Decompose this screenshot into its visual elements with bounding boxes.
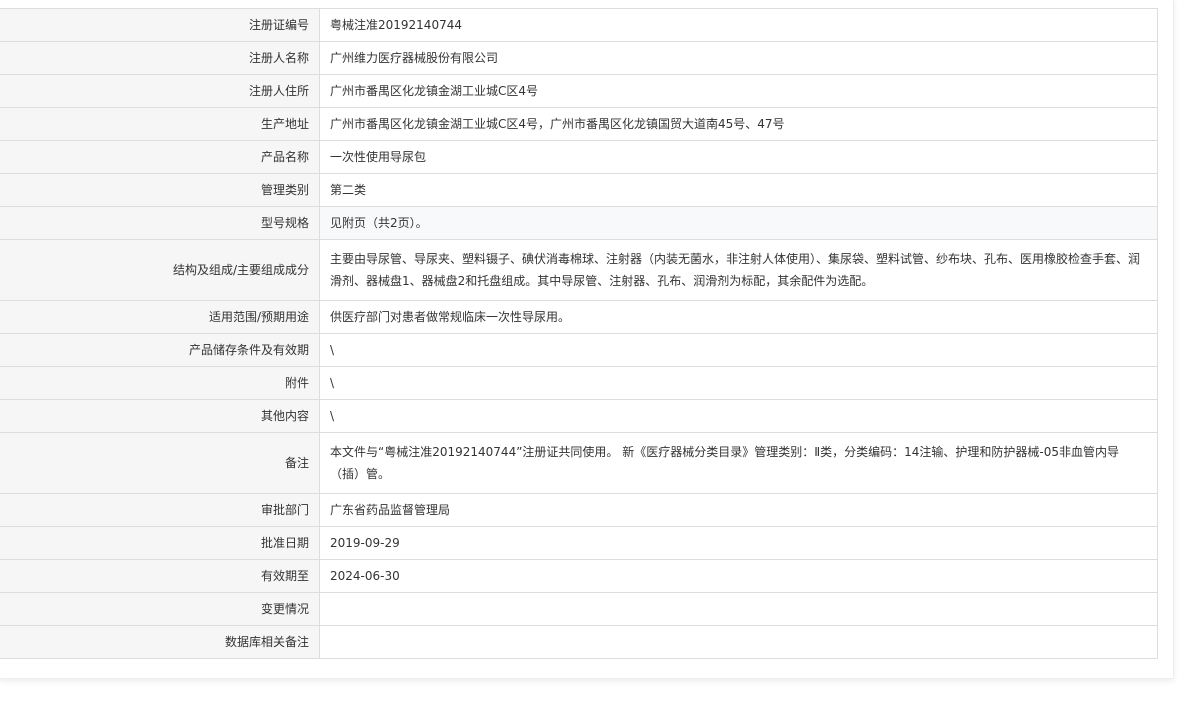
table-row: 附件 \ bbox=[0, 366, 1158, 400]
row-value: 2019-09-29 bbox=[319, 526, 1158, 560]
row-label: 审批部门 bbox=[0, 493, 320, 527]
row-value: 见附页（共2页）。 bbox=[319, 206, 1158, 240]
row-value bbox=[319, 625, 1158, 659]
row-label: 批准日期 bbox=[0, 526, 320, 560]
table-row: 有效期至 2024-06-30 bbox=[0, 559, 1158, 593]
registration-detail-table: 注册证编号 粤械注准20192140744 注册人名称 广州维力医疗器械股份有限… bbox=[0, 8, 1158, 659]
row-value: 广东省药品监督管理局 bbox=[319, 493, 1158, 527]
row-value: \ bbox=[319, 333, 1158, 367]
row-value: \ bbox=[319, 399, 1158, 433]
row-value: 主要由导尿管、导尿夹、塑料镊子、碘伏消毒棉球、注射器（内装无菌水，非注射人体使用… bbox=[319, 239, 1158, 301]
table-row: 其他内容 \ bbox=[0, 399, 1158, 433]
table-row: 产品名称 一次性使用导尿包 bbox=[0, 140, 1158, 174]
table-row: 型号规格 见附页（共2页）。 bbox=[0, 206, 1158, 240]
row-label: 注册人住所 bbox=[0, 74, 320, 108]
table-row: 结构及组成/主要组成成分 主要由导尿管、导尿夹、塑料镊子、碘伏消毒棉球、注射器（… bbox=[0, 239, 1158, 301]
row-label: 备注 bbox=[0, 432, 320, 494]
table-row: 备注 本文件与“粤械注准20192140744”注册证共同使用。 新《医疗器械分… bbox=[0, 432, 1158, 494]
row-value: 第二类 bbox=[319, 173, 1158, 207]
row-label: 有效期至 bbox=[0, 559, 320, 593]
row-value: 广州市番禺区化龙镇金湖工业城C区4号，广州市番禺区化龙镇国贸大道南45号、47号 bbox=[319, 107, 1158, 141]
table-row: 审批部门 广东省药品监督管理局 bbox=[0, 493, 1158, 527]
row-label: 注册人名称 bbox=[0, 41, 320, 75]
table-row: 变更情况 bbox=[0, 592, 1158, 626]
row-label: 结构及组成/主要组成成分 bbox=[0, 239, 320, 301]
row-label: 管理类别 bbox=[0, 173, 320, 207]
row-label: 适用范围/预期用途 bbox=[0, 300, 320, 334]
row-value: \ bbox=[319, 366, 1158, 400]
row-label: 产品名称 bbox=[0, 140, 320, 174]
row-label: 附件 bbox=[0, 366, 320, 400]
table-row: 注册人住所 广州市番禺区化龙镇金湖工业城C区4号 bbox=[0, 74, 1158, 108]
row-value: 粤械注准20192140744 bbox=[319, 8, 1158, 42]
page: 注册证编号 粤械注准20192140744 注册人名称 广州维力医疗器械股份有限… bbox=[0, 0, 1200, 701]
table-row: 适用范围/预期用途 供医疗部门对患者做常规临床一次性导尿用。 bbox=[0, 300, 1158, 334]
row-value: 广州市番禺区化龙镇金湖工业城C区4号 bbox=[319, 74, 1158, 108]
row-value: 一次性使用导尿包 bbox=[319, 140, 1158, 174]
row-value: 2024-06-30 bbox=[319, 559, 1158, 593]
table-row: 数据库相关备注 bbox=[0, 625, 1158, 659]
table-row: 注册人名称 广州维力医疗器械股份有限公司 bbox=[0, 41, 1158, 75]
table-row: 注册证编号 粤械注准20192140744 bbox=[0, 8, 1158, 42]
table-row: 管理类别 第二类 bbox=[0, 173, 1158, 207]
row-label: 产品储存条件及有效期 bbox=[0, 333, 320, 367]
row-label: 生产地址 bbox=[0, 107, 320, 141]
row-label: 型号规格 bbox=[0, 206, 320, 240]
row-value bbox=[319, 592, 1158, 626]
table-row: 产品储存条件及有效期 \ bbox=[0, 333, 1158, 367]
row-value: 广州维力医疗器械股份有限公司 bbox=[319, 41, 1158, 75]
row-value: 本文件与“粤械注准20192140744”注册证共同使用。 新《医疗器械分类目录… bbox=[319, 432, 1158, 494]
table-row: 批准日期 2019-09-29 bbox=[0, 526, 1158, 560]
row-label: 数据库相关备注 bbox=[0, 625, 320, 659]
table-row: 生产地址 广州市番禺区化龙镇金湖工业城C区4号，广州市番禺区化龙镇国贸大道南45… bbox=[0, 107, 1158, 141]
row-value: 供医疗部门对患者做常规临床一次性导尿用。 bbox=[319, 300, 1158, 334]
row-label: 注册证编号 bbox=[0, 8, 320, 42]
row-label: 变更情况 bbox=[0, 592, 320, 626]
row-label: 其他内容 bbox=[0, 399, 320, 433]
